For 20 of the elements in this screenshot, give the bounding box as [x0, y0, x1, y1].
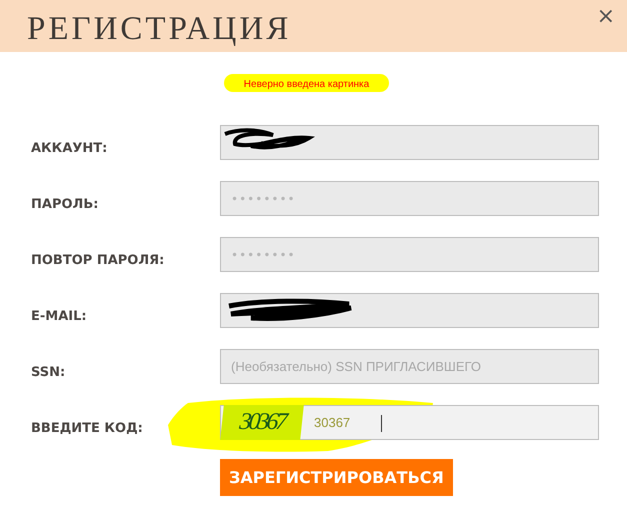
input-field[interactable]: (Необязательно) SSN ПРИГЛАСИВШЕГО	[220, 349, 599, 384]
password-dots: ••••••••	[231, 192, 296, 206]
field-label: ВВЕДИТЕ КОД:	[31, 420, 144, 436]
field-label: SSN:	[31, 364, 66, 380]
password-dots: ••••••••	[231, 248, 296, 262]
field-label: E-MAIL:	[31, 308, 88, 324]
close-button[interactable]: ×	[594, 6, 617, 28]
field-label: АККАУНТ:	[31, 140, 108, 156]
dialog-title: РЕГИСТРАЦИЯ	[27, 10, 292, 48]
captcha-field[interactable]: 30367 30367	[220, 405, 599, 440]
input-field[interactable]	[220, 125, 599, 160]
password-field[interactable]: ••••••••	[220, 181, 599, 216]
input-field[interactable]	[220, 293, 599, 328]
field-label: ПАРОЛЬ:	[31, 196, 100, 212]
text-cursor	[381, 415, 382, 432]
field-label: ПОВТОР ПАРОЛЯ:	[31, 252, 166, 268]
error-message: Неверно введена картинка	[224, 74, 390, 92]
captcha-image: 30367	[220, 405, 304, 440]
password-field[interactable]: ••••••••	[220, 237, 599, 272]
register-button[interactable]: ЗАРЕГИСТРИРОВАТЬСЯ	[220, 459, 453, 496]
